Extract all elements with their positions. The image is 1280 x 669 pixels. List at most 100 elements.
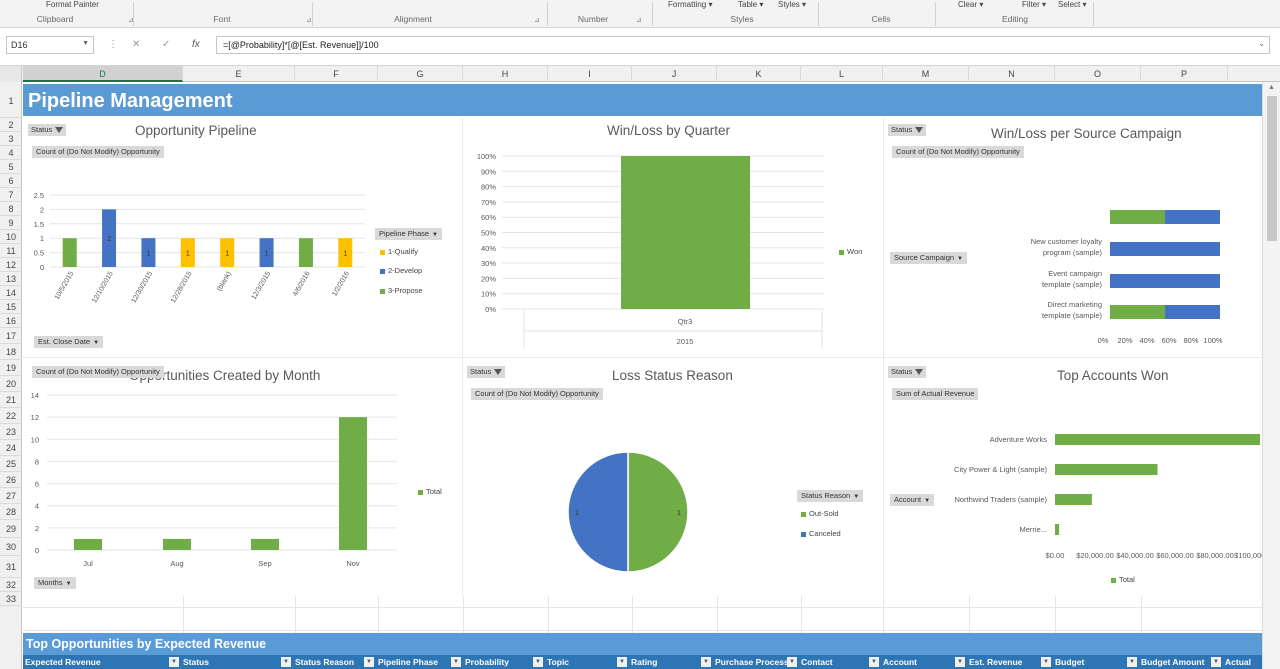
row-header-17[interactable]: 17 [0, 328, 22, 344]
scroll-up-icon[interactable]: ▲ [1268, 84, 1275, 91]
column-header-k[interactable]: K [717, 66, 801, 82]
row-header-7[interactable]: 7 [0, 188, 22, 202]
row-header-11[interactable]: 11 [0, 244, 22, 258]
vertical-scrollbar[interactable]: ▲ [1262, 82, 1280, 669]
source-campaign-field-button[interactable]: Source Campaign ▼ [890, 252, 967, 264]
row-header-12[interactable]: 12 [0, 258, 22, 272]
row-header-5[interactable]: 5 [0, 160, 22, 174]
row-header-18[interactable]: 18 [0, 344, 22, 360]
column-header-g[interactable]: G [378, 66, 463, 82]
row-header-30[interactable]: 30 [0, 538, 22, 556]
row-header-13[interactable]: 13 [0, 272, 22, 286]
column-header-i[interactable]: I [548, 66, 632, 82]
table-header-cell[interactable]: Probability ▼ [463, 655, 545, 669]
column-header-l[interactable]: L [801, 66, 883, 82]
win-loss-quarter-panel[interactable]: Win/Loss by Quarter 0% 10% 20% 30% 40% 50% 60%… [464, 118, 882, 355]
created-by-month-chart[interactable]: 0 2 4 6 8 10 12 14 Jul Aug Sep Nov [25, 390, 405, 575]
column-filter-dropdown-icon[interactable]: ▼ [617, 657, 627, 667]
row-header-8[interactable]: 8 [0, 202, 22, 216]
enter-icon[interactable]: ✓ [162, 39, 170, 50]
status-reason-field-button[interactable]: Status Reason ▼ [797, 490, 864, 502]
row-header-14[interactable]: 14 [0, 286, 22, 300]
account-field-button[interactable]: Account ▼ [890, 494, 935, 506]
status-filter-button[interactable]: Status [28, 124, 67, 136]
table-header-cell[interactable]: Account ▼ [881, 655, 967, 669]
row-header-4[interactable]: 4 [0, 146, 22, 160]
row-header-21[interactable]: 21 [0, 392, 22, 408]
name-box-dropdown-icon[interactable]: ▼ [82, 40, 89, 47]
column-filter-dropdown-icon[interactable]: ▼ [1041, 657, 1051, 667]
row-header-31[interactable]: 31 [0, 556, 22, 578]
win-loss-source-chart[interactable]: New customer loyalty program (sample) Even… [975, 202, 1260, 352]
table-header-cell[interactable]: Budget ▼ [1053, 655, 1139, 669]
column-filter-dropdown-icon[interactable]: ▼ [869, 657, 879, 667]
table-header-cell[interactable]: Pipeline Phase ▼ [376, 655, 463, 669]
column-filter-dropdown-icon[interactable]: ▼ [451, 657, 461, 667]
top-accounts-chart[interactable]: Adventure Works City Power & Light (sampl… [885, 420, 1262, 595]
row-header-20[interactable]: 20 [0, 376, 22, 392]
column-header-e[interactable]: E [183, 66, 295, 82]
column-header-p[interactable]: P [1141, 66, 1228, 82]
table-header-cell[interactable]: Est. Revenue ▼ [967, 655, 1053, 669]
win-loss-quarter-chart[interactable]: 0% 10% 20% 30% 40% 50% 60% 70% 80% 90% 100% Qtr3 201… [464, 146, 834, 356]
row-header-28[interactable]: 28 [0, 504, 22, 520]
cancel-icon[interactable]: ✕ [132, 39, 140, 50]
ribbon-command-0[interactable]: Format Painter [46, 0, 99, 9]
loss-status-panel[interactable]: Status Loss Status Reason Count of (Do N… [464, 360, 882, 595]
value-field-button[interactable]: Count of (Do Not Modify) Opportunity [892, 146, 1024, 158]
column-header-j[interactable]: J [632, 66, 717, 82]
table-header-cell[interactable]: Status ▼ [181, 655, 293, 669]
column-header-d[interactable]: D [23, 66, 183, 82]
table-header-cell[interactable]: Rating ▼ [629, 655, 713, 669]
column-filter-dropdown-icon[interactable]: ▼ [364, 657, 374, 667]
created-by-month-panel[interactable]: Opportunities Created by Month Count of … [25, 360, 461, 595]
name-box[interactable]: D16 ▼ [6, 36, 94, 54]
column-filter-dropdown-icon[interactable]: ▼ [1127, 657, 1137, 667]
ribbon-command-1[interactable]: Formatting ▾ [668, 0, 712, 9]
row-header-22[interactable]: 22 [0, 408, 22, 424]
row-header-32[interactable]: 32 [0, 578, 22, 592]
column-header-f[interactable]: F [295, 66, 378, 82]
row-header-27[interactable]: 27 [0, 488, 22, 504]
table-header-cell[interactable]: Status Reason ▼ [293, 655, 376, 669]
column-filter-dropdown-icon[interactable]: ▼ [787, 657, 797, 667]
ribbon-command-4[interactable]: Clear ▾ [958, 0, 983, 9]
dialog-launcher-icon[interactable]: ⊿ [128, 16, 134, 24]
table-header-cell[interactable]: Contact ▼ [799, 655, 881, 669]
worksheet[interactable]: Pipeline Management Status Opportunity P… [23, 82, 1262, 669]
ribbon-command-2[interactable]: Table ▾ [738, 0, 763, 9]
opportunity-pipeline-panel[interactable]: Status Opportunity Pipeline Count of (Do… [25, 118, 461, 355]
table-header-cell[interactable]: Topic ▼ [545, 655, 629, 669]
scroll-thumb[interactable] [1267, 96, 1277, 241]
row-header-1[interactable]: 1 [0, 84, 22, 118]
row-header-26[interactable]: 26 [0, 472, 22, 488]
ribbon-command-3[interactable]: Styles ▾ [778, 0, 806, 9]
row-header-2[interactable]: 2 [0, 118, 22, 132]
status-filter-button[interactable]: Status [888, 124, 927, 136]
dialog-launcher-icon[interactable]: ⊿ [636, 16, 642, 24]
row-header-9[interactable]: 9 [0, 216, 22, 230]
row-header-23[interactable]: 23 [0, 424, 22, 440]
column-header-n[interactable]: N [969, 66, 1055, 82]
value-field-button[interactable]: Count of (Do Not Modify) Opportunity [471, 388, 603, 400]
row-header-19[interactable]: 19 [0, 360, 22, 376]
loss-status-pie-chart[interactable]: 11 [564, 450, 699, 580]
pipeline-phase-field-button[interactable]: Pipeline Phase ▼ [375, 228, 442, 240]
win-loss-source-panel[interactable]: Status Win/Loss per Source Campaign Coun… [885, 118, 1262, 355]
value-field-button[interactable]: Count of (Do Not Modify) Opportunity [32, 146, 164, 158]
column-filter-dropdown-icon[interactable]: ▼ [955, 657, 965, 667]
est-close-date-field-button[interactable]: Est. Close Date ▼ [34, 336, 104, 348]
ribbon-command-5[interactable]: Filter ▾ [1022, 0, 1046, 9]
column-filter-dropdown-icon[interactable]: ▼ [1211, 657, 1221, 667]
column-filter-dropdown-icon[interactable]: ▼ [533, 657, 543, 667]
column-filter-dropdown-icon[interactable]: ▼ [169, 657, 179, 667]
table-header-cell[interactable]: Purchase Process ▼ [713, 655, 799, 669]
status-filter-button[interactable]: Status [467, 366, 506, 378]
formula-input[interactable]: =[@Probability]*[@[Est. Revenue]]/100 ⌄ [216, 36, 1270, 54]
table-header-cell[interactable]: Actual [1223, 655, 1262, 669]
row-header-33[interactable]: 33 [0, 592, 22, 606]
row-header-15[interactable]: 15 [0, 300, 22, 314]
table-header-cell[interactable]: Expected Revenue ▼ [23, 655, 181, 669]
row-header-29[interactable]: 29 [0, 520, 22, 538]
top-accounts-panel[interactable]: Status Top Accounts Won Sum of Actual Re… [885, 360, 1262, 595]
